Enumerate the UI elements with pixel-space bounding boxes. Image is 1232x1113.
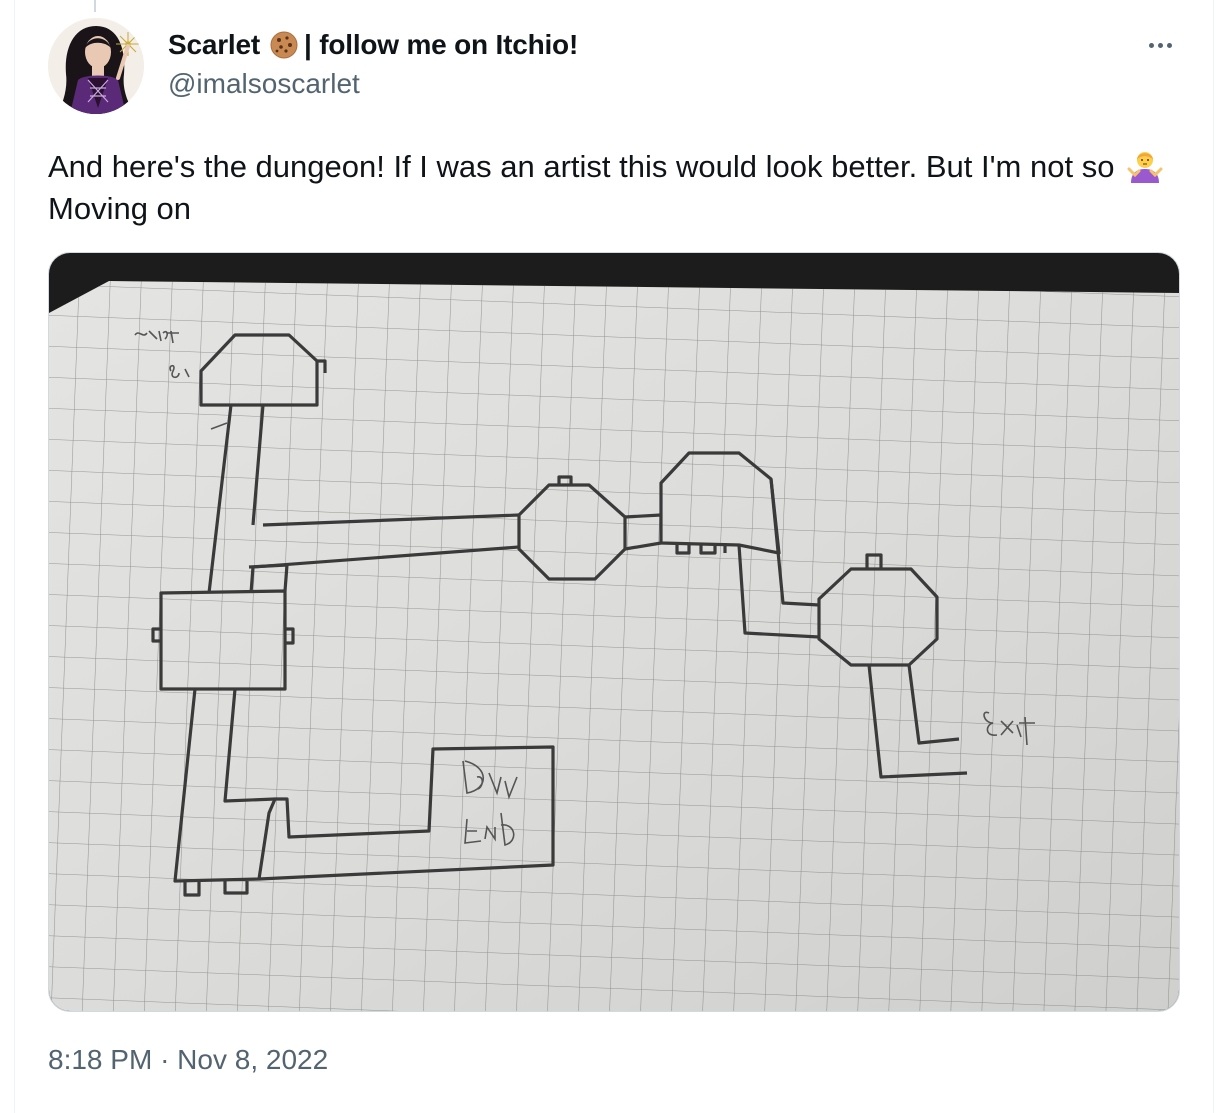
more-dot-icon — [1148, 42, 1154, 48]
timestamp-separator: · — [160, 1044, 170, 1075]
more-dot-icon — [1166, 42, 1172, 48]
author-handle[interactable]: @imalsoscarlet — [168, 68, 360, 100]
cookie-icon — [270, 31, 298, 59]
tweet-photo[interactable] — [48, 252, 1180, 1012]
more-options-button[interactable] — [1140, 30, 1180, 60]
author-name-suffix[interactable]: | follow me on Itchio! — [304, 29, 578, 61]
tweet-time[interactable]: 8:18 PM — [48, 1044, 152, 1075]
tweet-text-part1: And here's the dungeon! If I was an arti… — [48, 149, 1115, 184]
person-shrugging-icon — [1127, 147, 1163, 183]
author-avatar[interactable] — [48, 18, 144, 114]
left-divider — [14, 0, 15, 1113]
graph-paper-dungeon-map-icon — [49, 253, 1179, 1011]
author-name-row[interactable]: Scarlet | follow me on Itchio! — [168, 28, 578, 62]
avatar-portrait-icon — [48, 18, 144, 114]
right-divider — [1213, 0, 1214, 1113]
tweet-text: And here's the dungeon! If I was an arti… — [48, 146, 1188, 230]
author-display-name[interactable]: Scarlet — [168, 29, 260, 61]
more-dot-icon — [1157, 42, 1163, 48]
tweet-date[interactable]: Nov 8, 2022 — [177, 1044, 328, 1075]
tweet-text-part2: Moving on — [48, 191, 192, 226]
thread-connector-line — [94, 0, 96, 12]
tweet-timestamp[interactable]: 8:18 PM · Nov 8, 2022 — [48, 1044, 328, 1076]
